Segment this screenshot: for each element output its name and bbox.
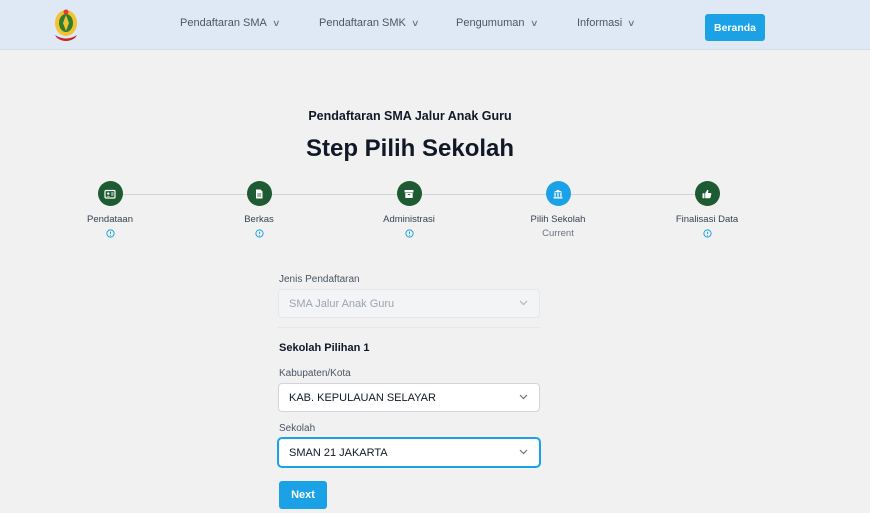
info-circle-icon[interactable]	[105, 229, 115, 238]
next-button[interactable]: Next	[279, 481, 327, 509]
step-administrasi-label: Administrasi	[383, 214, 435, 225]
chevron-down-icon	[519, 394, 528, 400]
chevron-down-icon: ∨	[529, 17, 539, 28]
thumbs-up-icon	[702, 189, 712, 198]
chevron-down-icon	[519, 300, 528, 306]
form-divider	[278, 327, 540, 328]
chevron-down-icon	[519, 449, 528, 455]
step-administrasi[interactable]: Administrasi	[349, 181, 469, 243]
id-card-icon	[104, 189, 116, 199]
page-subtitle: Pendaftaran SMA Jalur Anak Guru	[308, 109, 512, 123]
sekolah-label: Sekolah	[279, 423, 316, 434]
provincial-emblem-icon[interactable]	[51, 7, 81, 43]
info-circle-icon[interactable]	[254, 229, 264, 238]
step-pendataan[interactable]: Pendataan	[50, 181, 170, 243]
step-finalisasi-data[interactable]: Finalisasi Data	[647, 181, 767, 243]
sekolah-pilihan-title: Sekolah Pilihan 1	[279, 342, 370, 354]
nav-pendaftaran-smk-label: Pendaftaran SMK	[319, 17, 406, 29]
top-navbar: Pendaftaran SMA ∨ Pendaftaran SMK ∨ Peng…	[0, 0, 870, 50]
archive-icon	[404, 189, 414, 198]
step-administrasi-circle	[396, 181, 422, 206]
step-pilih-sekolah-circle	[545, 181, 571, 206]
step-status-current: Current	[542, 228, 574, 239]
step-pendataan-circle	[97, 181, 123, 206]
nav-informasi-label: Informasi	[577, 17, 623, 29]
page-title: Step Pilih Sekolah	[305, 135, 515, 162]
nav-pengumuman-label: Pengumuman	[456, 17, 525, 29]
step-berkas-circle	[246, 181, 272, 206]
kabupaten-kota-select[interactable]: KAB. KEPULAUAN SELAYAR	[278, 383, 540, 412]
jenis-pendaftaran-select: SMA Jalur Anak Guru	[278, 289, 540, 318]
step-berkas-label: Berkas	[244, 214, 274, 225]
step-berkas[interactable]: Berkas	[199, 181, 319, 243]
beranda-button[interactable]: Beranda	[705, 14, 765, 41]
step-finalisasi-data-circle	[694, 181, 720, 206]
kabupaten-kota-label: Kabupaten/Kota	[279, 368, 351, 379]
step-finalisasi-data-label: Finalisasi Data	[675, 214, 739, 225]
kabupaten-kota-value: KAB. KEPULAUAN SELAYAR	[289, 391, 436, 404]
document-icon	[256, 189, 263, 198]
step-pilih-sekolah-label: Pilih Sekolah	[530, 214, 586, 225]
sekolah-select[interactable]: SMAN 21 JAKARTA	[278, 438, 540, 467]
jenis-pendaftaran-value: SMA Jalur Anak Guru	[289, 297, 395, 310]
nav-pendaftaran-sma-label: Pendaftaran SMA	[180, 17, 267, 29]
school-icon	[553, 189, 563, 198]
jenis-pendaftaran-label: Jenis Pendaftaran	[279, 274, 360, 285]
chevron-down-icon: ∨	[271, 17, 281, 28]
step-pilih-sekolah[interactable]: Pilih Sekolah Current	[498, 181, 618, 239]
nav-pendaftaran-sma[interactable]: Pendaftaran SMA ∨	[180, 17, 281, 29]
sekolah-value: SMAN 21 JAKARTA	[289, 446, 388, 459]
chevron-down-icon: ∨	[410, 17, 420, 28]
step-pendataan-label: Pendataan	[87, 214, 133, 225]
info-circle-icon[interactable]	[404, 229, 414, 238]
chevron-down-icon: ∨	[627, 17, 636, 28]
nav-informasi[interactable]: Informasi ∨	[577, 17, 636, 29]
info-circle-icon[interactable]	[702, 229, 712, 238]
nav-pengumuman[interactable]: Pengumuman ∨	[456, 17, 539, 29]
nav-pendaftaran-smk[interactable]: Pendaftaran SMK ∨	[319, 17, 420, 29]
